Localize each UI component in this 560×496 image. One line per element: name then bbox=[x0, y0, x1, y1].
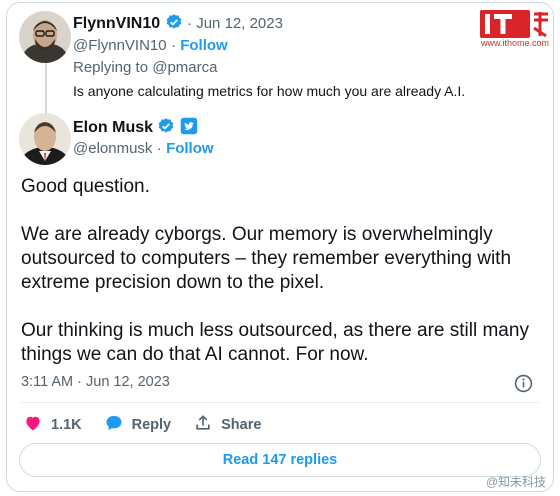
tweet-handle[interactable]: @elonmusk bbox=[73, 140, 152, 157]
tweet-handle-row: @elonmusk · Follow bbox=[73, 140, 214, 157]
tweet-timestamp[interactable]: 3:11 AM · Jun 12, 2023 bbox=[21, 374, 170, 390]
reply-button[interactable]: Reply bbox=[104, 413, 172, 437]
share-label: Share bbox=[221, 417, 262, 433]
like-count: 1.1K bbox=[51, 417, 82, 433]
info-icon[interactable] bbox=[514, 374, 533, 398]
speech-bubble-icon bbox=[104, 413, 124, 437]
elon-avatar[interactable] bbox=[19, 113, 71, 165]
read-replies-button[interactable]: Read 147 replies bbox=[19, 443, 541, 477]
tweet-body: Good question. We are already cyborgs. O… bbox=[21, 175, 541, 391]
tweet-header: Elon Musk bbox=[73, 117, 198, 140]
flynn-avatar[interactable] bbox=[19, 11, 71, 63]
verified-badge-icon bbox=[165, 13, 183, 36]
tweet-display-name[interactable]: Elon Musk bbox=[73, 119, 153, 136]
reply-label: Reply bbox=[131, 417, 172, 433]
quoted-header: FlynnVIN10 · Jun 12, 2023 bbox=[73, 13, 283, 36]
heart-icon bbox=[23, 413, 43, 437]
divider bbox=[21, 402, 539, 403]
quoted-handle[interactable]: @FlynnVIN10 bbox=[73, 37, 167, 54]
quoted-text: Is anyone calculating metrics for how mu… bbox=[73, 83, 466, 99]
replying-to[interactable]: Replying to @pmarca bbox=[73, 59, 217, 76]
quoted-display-name[interactable]: FlynnVIN10 bbox=[73, 15, 160, 32]
ithome-url: www.ithome.com bbox=[481, 38, 550, 48]
share-icon bbox=[193, 413, 213, 437]
twitter-affiliation-icon bbox=[180, 117, 198, 140]
tweet-follow-link[interactable]: Follow bbox=[166, 140, 214, 157]
quoted-follow-link[interactable]: Follow bbox=[180, 37, 228, 54]
quoted-date[interactable]: Jun 12, 2023 bbox=[196, 15, 283, 32]
quoted-handle-row: @FlynnVIN10 · Follow bbox=[73, 37, 228, 54]
like-button[interactable]: 1.1K bbox=[23, 413, 82, 437]
thread-connector bbox=[45, 63, 47, 115]
tweet-paragraph: Good question. bbox=[21, 176, 150, 197]
watermark: @知未科技 bbox=[485, 475, 546, 489]
verified-badge-icon bbox=[157, 117, 175, 140]
tweet-paragraph: Our thinking is much less outsourced, as… bbox=[21, 320, 529, 365]
share-button[interactable]: Share bbox=[193, 413, 261, 437]
tweet-paragraph: We are already cyborgs. Our memory is ov… bbox=[21, 224, 512, 293]
action-bar: 1.1K Reply Share bbox=[23, 413, 283, 437]
tweet-card: FlynnVIN10 · Jun 12, 2023 @FlynnVIN10 · … bbox=[6, 2, 554, 492]
